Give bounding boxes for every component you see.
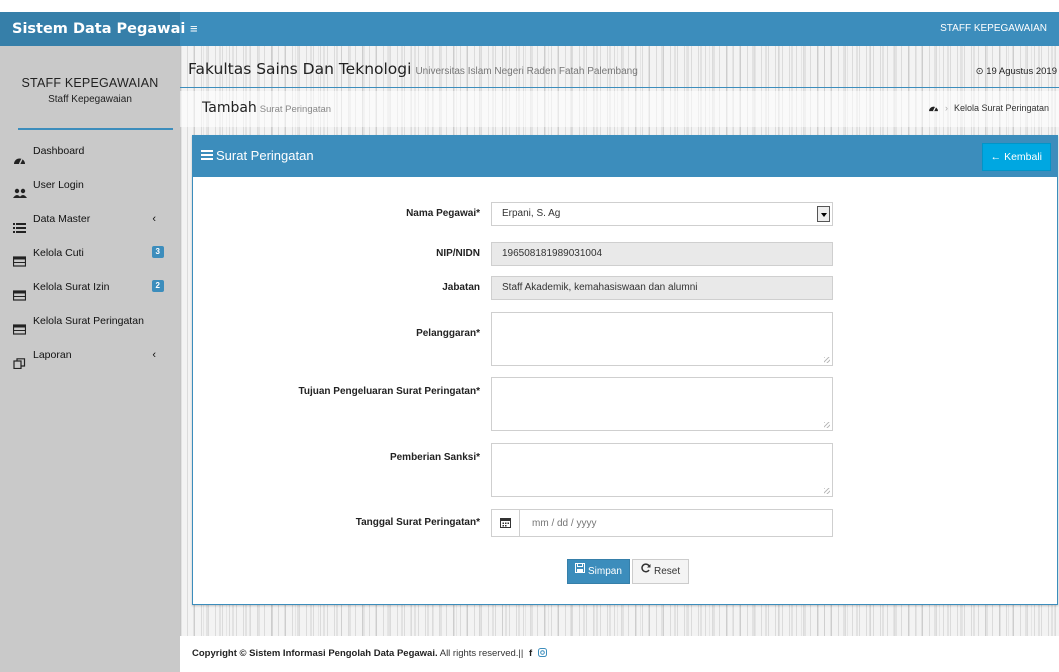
tujuan-label: Tujuan Pengeluaran Surat Peringatan*: [298, 386, 480, 397]
facebook-icon[interactable]: f: [529, 648, 532, 659]
back-button[interactable]: ← Kembali: [981, 143, 1051, 171]
count-badge: 2: [151, 280, 164, 292]
nip-field[interactable]: 196508181989031004: [491, 242, 833, 266]
resize-grip-icon[interactable]: [824, 488, 830, 494]
nama-pegawai-select[interactable]: Erpani, S. Ag: [491, 202, 833, 226]
tujuan-textarea[interactable]: [491, 377, 833, 431]
sidebar: STAFF KEPEGAWAIAN Staff Kepegawaian Dash…: [0, 46, 180, 672]
sidebar-item-label: Data Master: [33, 213, 91, 225]
sidebar-item-kelola-cuti[interactable]: Kelola Cuti 3: [0, 236, 180, 270]
save-icon: [575, 559, 585, 582]
instagram-icon[interactable]: [537, 648, 547, 659]
tanggal-label: Tanggal Surat Peringatan*: [355, 517, 480, 528]
sidebar-item-kelola-surat-izin[interactable]: Kelola Surat Izin 2: [0, 270, 180, 304]
sanksi-label: Pemberian Sanksi*: [389, 452, 480, 463]
sidebar-item-data-master[interactable]: Data Master ‹: [0, 202, 180, 236]
content-wrapper: Fakultas Sains Dan Teknologi Universitas …: [180, 46, 1059, 636]
arrow-left-icon: ←: [990, 151, 1002, 163]
copy-icon: [13, 349, 27, 369]
table-icon: [12, 247, 27, 267]
sidebar-item-kelola-surat-peringatan[interactable]: Kelola Surat Peringatan: [0, 304, 180, 338]
home-icon[interactable]: [928, 103, 939, 114]
back-button-label: Kembali: [1004, 151, 1042, 163]
tanggal-date-input[interactable]: [532, 518, 652, 529]
sidebar-item-label: User Login: [33, 179, 84, 191]
page-subtitle: Universitas Islam Negeri Raden Fatah Pal…: [415, 66, 638, 77]
date-text: 19 Agustus 2019: [986, 66, 1057, 77]
pelanggaran-label: Pelanggaran*: [416, 328, 480, 339]
chevron-down-icon: [817, 206, 830, 222]
table-icon: [12, 281, 27, 301]
jabatan-label: Jabatan: [442, 282, 480, 293]
reset-button[interactable]: Reset: [632, 559, 690, 584]
save-button-label: Simpan: [588, 566, 622, 578]
sidebar-item-dashboard[interactable]: Dashboard: [0, 134, 180, 168]
count-badge: 3: [151, 246, 164, 258]
list-icon: [13, 213, 27, 233]
sidebar-divider: [18, 128, 173, 130]
footer: Copyright © Sistem Informasi Pengolah Da…: [180, 636, 1059, 672]
sidebar-menu: Dashboard User Login Data Master ‹ Kelol…: [0, 134, 180, 372]
nama-pegawai-value: Erpani, S. Ag: [502, 208, 561, 219]
page-title: Fakultas Sains Dan Teknologi Universitas …: [188, 60, 638, 78]
sidebar-item-label: Kelola Surat Peringatan: [33, 315, 144, 327]
refresh-icon: [641, 559, 651, 582]
footer-text: Copyright © Sistem Informasi Pengolah Da…: [192, 648, 547, 659]
tanggal-input-group: [491, 509, 833, 537]
sidebar-item-label: Dashboard: [33, 145, 85, 157]
copyright-text: Copyright © Sistem Informasi Pengolah Da…: [192, 648, 438, 659]
resize-grip-icon[interactable]: [824, 357, 830, 363]
box-header: Surat Peringatan ← Kembali: [193, 136, 1057, 177]
box-title-text: Surat Peringatan: [216, 148, 314, 163]
date-display: ⊙ 19 Agustus 2019: [976, 66, 1057, 77]
nip-label: NIP/NIDN: [436, 248, 480, 259]
users-icon: [13, 179, 27, 198]
user-panel-role: Staff Kepegawaian: [48, 94, 132, 105]
menu-toggle-button[interactable]: ≡: [190, 12, 198, 46]
calendar-icon: [492, 510, 520, 536]
breadcrumb-current[interactable]: Kelola Surat Peringatan: [954, 103, 1049, 113]
pelanggaran-textarea[interactable]: [491, 312, 833, 366]
section-header: Tambah Surat Peringatan › Kelola Surat Per…: [180, 91, 1059, 127]
save-button[interactable]: Simpan: [567, 559, 630, 584]
user-panel: STAFF KEPEGAWAIAN Staff Kepegawaian: [0, 46, 180, 128]
reset-button-label: Reset: [654, 566, 681, 578]
table-icon: [12, 315, 27, 335]
page-title-text: Fakultas Sains Dan Teknologi: [188, 60, 412, 78]
clock-icon: ⊙: [975, 66, 984, 77]
section-title-text: Tambah: [202, 100, 257, 116]
chevron-left-icon: ‹: [152, 349, 156, 361]
rights-text: All rights reserved.||: [439, 648, 524, 659]
breadcrumb-separator: ›: [944, 103, 948, 113]
section-title: Tambah Surat Peringatan: [202, 100, 331, 116]
bars-icon: [201, 148, 213, 163]
box-title: Surat Peringatan: [201, 148, 314, 164]
sidebar-item-user-login[interactable]: User Login: [0, 168, 180, 202]
sidebar-item-laporan[interactable]: Laporan ‹: [0, 338, 180, 372]
chevron-left-icon: ‹: [152, 213, 156, 225]
sidebar-item-label: Laporan: [33, 349, 72, 361]
breadcrumb: › Kelola Surat Peringatan: [928, 103, 1049, 114]
form-box: Surat Peringatan ← Kembali Nama Pegawai*…: [192, 135, 1058, 605]
app-brand[interactable]: Sistem Data Pegawai: [0, 12, 185, 46]
sidebar-item-label: Kelola Cuti: [33, 247, 84, 259]
jabatan-field[interactable]: Staff Akademik, kemahasiswaan dan alumni: [491, 276, 833, 300]
top-navbar: Sistem Data Pegawai ≡ STAFF KEPEGAWAIAN: [0, 12, 1059, 46]
bars-icon: ≡: [190, 21, 198, 36]
user-menu[interactable]: STAFF KEPEGAWAIAN: [940, 12, 1047, 46]
tachometer-icon: [13, 145, 27, 165]
section-subtitle: Surat Peringatan: [259, 104, 332, 115]
user-panel-name: STAFF KEPEGAWAIAN: [21, 76, 159, 90]
sanksi-textarea[interactable]: [491, 443, 833, 497]
content-header: Fakultas Sains Dan Teknologi Universitas …: [180, 54, 1059, 88]
nama-pegawai-label: Nama Pegawai*: [406, 208, 480, 219]
header-divider: [180, 87, 1059, 88]
resize-grip-icon[interactable]: [824, 422, 830, 428]
sidebar-item-label: Kelola Surat Izin: [33, 281, 110, 293]
